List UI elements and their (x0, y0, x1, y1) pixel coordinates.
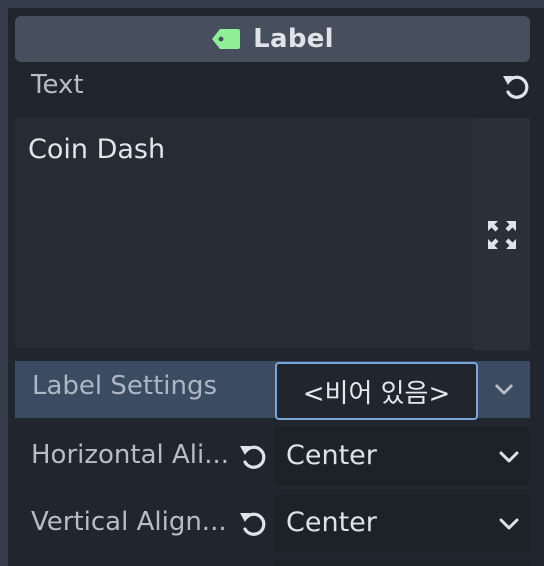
class-header[interactable]: Label (15, 16, 530, 62)
expand-icon[interactable] (487, 220, 517, 250)
label-settings-value: <비어 있음> (302, 378, 451, 409)
chevron-down-icon (499, 518, 519, 530)
next-property-field[interactable] (274, 560, 530, 566)
horizontal-alignment-value: Center (286, 440, 377, 471)
label-settings-resource-button[interactable]: <비어 있음> (275, 362, 478, 420)
text-property-label: Text (31, 70, 84, 100)
revert-icon[interactable] (237, 508, 267, 538)
vertical-alignment-dropdown[interactable]: Center (274, 494, 530, 552)
chevron-down-icon (499, 451, 519, 463)
horizontal-alignment-label: Horizontal Ali... (31, 440, 230, 470)
vertical-alignment-value: Center (286, 507, 377, 538)
revert-icon[interactable] (500, 71, 530, 101)
chevron-down-icon[interactable] (494, 383, 514, 396)
inspector-panel: Label Text Coin Dash Label Settings <비어 … (0, 0, 544, 566)
label-tag-icon (212, 29, 241, 49)
vertical-alignment-label: Vertical Align... (31, 507, 227, 537)
revert-icon[interactable] (237, 441, 267, 471)
horizontal-alignment-dropdown[interactable]: Center (274, 427, 530, 485)
text-edit-field[interactable]: Coin Dash (15, 118, 473, 348)
class-title: Label (253, 24, 334, 54)
label-settings-label: Label Settings (32, 371, 218, 401)
text-value: Coin Dash (28, 134, 166, 165)
